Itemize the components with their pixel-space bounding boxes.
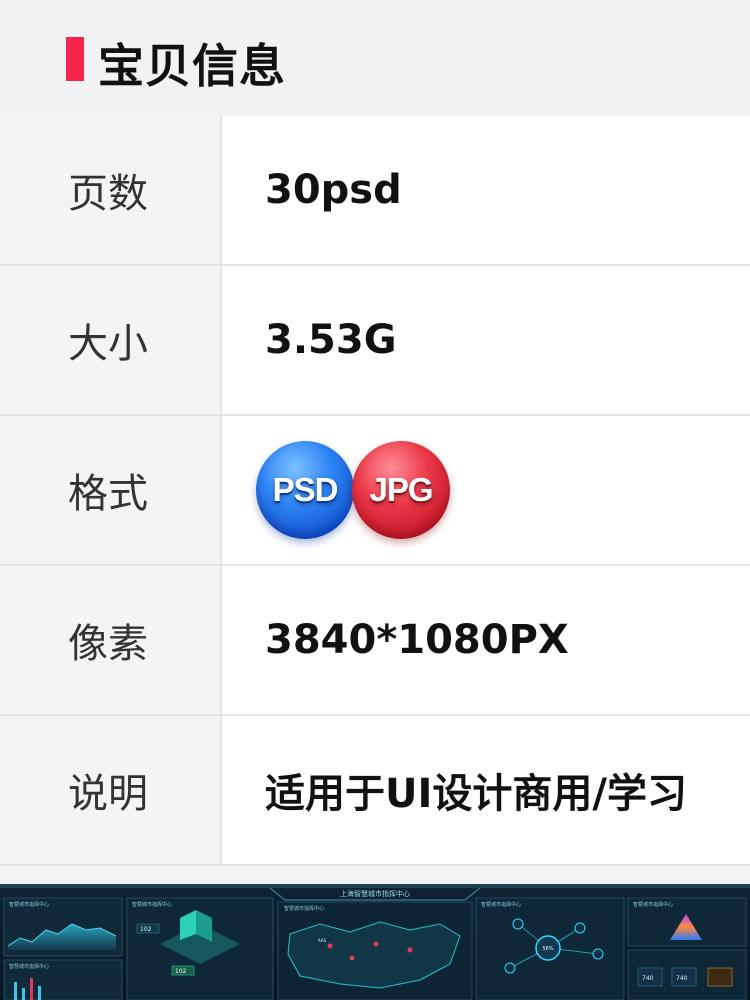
row-label: 格式 <box>68 471 148 517</box>
ring-value: 56% <box>542 946 553 952</box>
panel-title: 智慧城市指挥中心 <box>633 901 673 908</box>
psd-badge-icon: PSD <box>256 441 354 539</box>
dashboard-preview-graphic: 上海智慧城市指挥中心 智慧城市指挥中心 智慧城市指挥中心 智慧城市指挥中心 10… <box>0 884 750 1000</box>
row-label: 像素 <box>68 621 148 667</box>
mini-value: 740 <box>642 975 654 982</box>
preview-banner-title: 上海智慧城市指挥中心 <box>340 889 410 898</box>
dashboard-preview-image: 上海智慧城市指挥中心 智慧城市指挥中心 智慧城市指挥中心 智慧城市指挥中心 10… <box>0 884 750 1000</box>
row-value: 30psd <box>265 167 402 213</box>
info-table: 页数 30psd 大小 3.53G 格式 PSD JPG 像素 3840*108… <box>0 116 750 866</box>
info-row-format: 格式 PSD JPG <box>0 416 750 566</box>
preview-metric-a: 102 <box>140 926 152 933</box>
accent-bar <box>66 37 84 81</box>
info-row-description: 说明 适用于UI设计商用/学习 <box>0 716 750 866</box>
label-cell: 大小 <box>0 266 222 414</box>
section-header: 宝贝信息 <box>0 0 750 116</box>
panel-title: 智慧城市指挥中心 <box>132 901 172 908</box>
label-cell: 页数 <box>0 116 222 264</box>
row-label: 大小 <box>68 321 148 367</box>
row-value: 适用于UI设计商用/学习 <box>265 771 687 817</box>
row-label: 说明 <box>68 771 148 817</box>
row-label: 页数 <box>68 171 148 217</box>
info-row-pages: 页数 30psd <box>0 116 750 266</box>
label-cell: 说明 <box>0 716 222 864</box>
jpg-badge-icon: JPG <box>352 441 450 539</box>
info-row-resolution: 像素 3840*1080PX <box>0 566 750 716</box>
preview-metric-b: 102 <box>175 968 187 975</box>
info-row-size: 大小 3.53G <box>0 266 750 416</box>
panel-title: 智慧城市指挥中心 <box>284 905 324 912</box>
panel-title: 智慧城市指挥中心 <box>9 963 49 970</box>
panel-title: 智慧城市指挥中心 <box>9 901 49 908</box>
row-value: 3.53G <box>265 317 397 363</box>
section-title: 宝贝信息 <box>98 39 286 93</box>
map-label: AAS <box>318 938 327 943</box>
mini-value: 740 <box>676 975 688 982</box>
label-cell: 格式 <box>0 416 222 564</box>
row-value: 3840*1080PX <box>265 617 569 663</box>
panel-title: 智慧城市指挥中心 <box>481 901 521 908</box>
label-cell: 像素 <box>0 566 222 714</box>
